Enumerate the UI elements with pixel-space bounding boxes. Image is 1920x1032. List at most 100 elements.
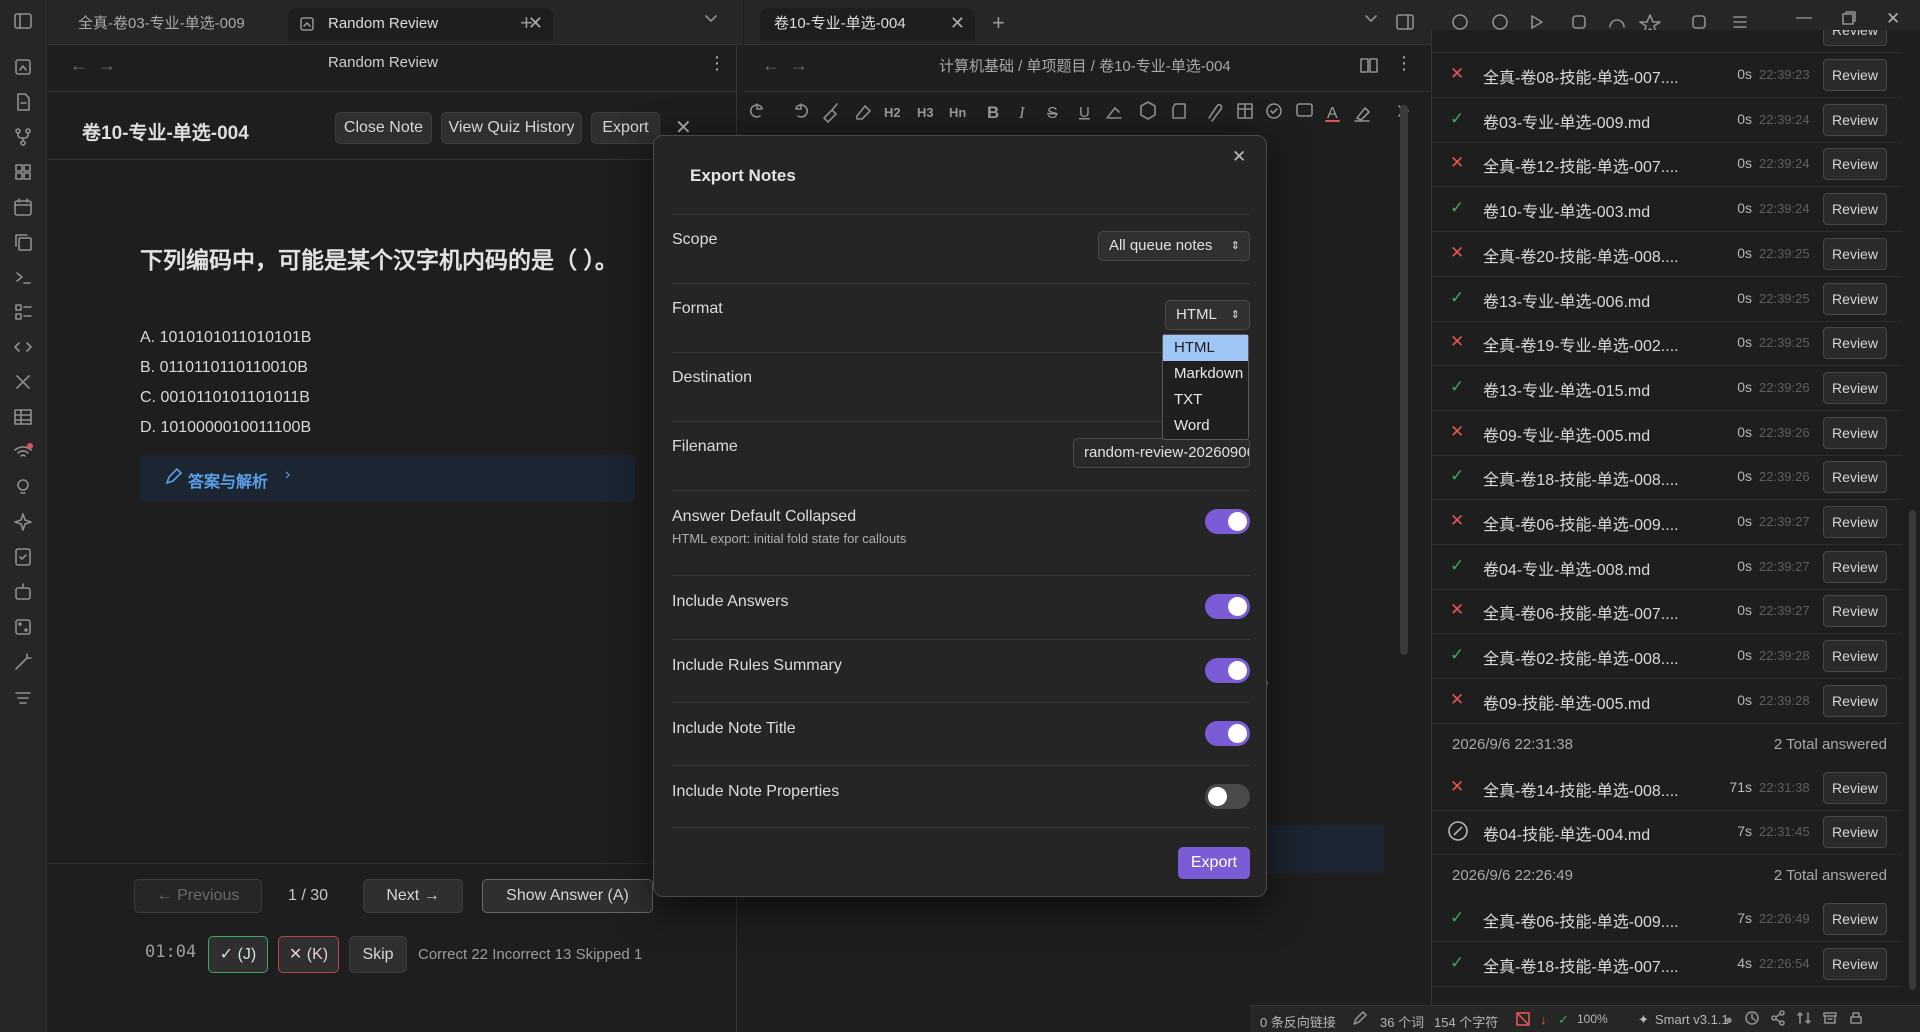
tools-icon[interactable]	[12, 371, 34, 393]
mark-correct-button[interactable]: ✓ (J)	[208, 936, 268, 973]
row-note-name[interactable]: 全真-卷06-技能-单选-009....	[1483, 908, 1688, 932]
export-button[interactable]: Export	[591, 112, 660, 144]
filename-input[interactable]: random-review-20260906	[1073, 438, 1250, 468]
previous-button[interactable]: ← Previous	[134, 879, 262, 913]
review-button[interactable]: Review	[1823, 59, 1887, 91]
review-button[interactable]: Review	[1823, 550, 1887, 583]
branch-icon[interactable]	[12, 126, 34, 148]
show-answer-button[interactable]: Show Answer (A)	[482, 879, 653, 913]
wifi-icon[interactable]	[12, 441, 34, 463]
format-option-word[interactable]: Word	[1163, 413, 1248, 439]
review-button[interactable]: Review	[1823, 947, 1887, 980]
review-button[interactable]: Review	[1823, 327, 1887, 360]
review-button[interactable]: Review	[1823, 506, 1887, 538]
copy-icon[interactable]	[12, 231, 34, 253]
review-button[interactable]: Review	[1823, 30, 1887, 46]
tab-list-chevron-icon[interactable]	[704, 14, 718, 24]
graph-icon[interactable]	[12, 56, 34, 78]
grid-icon[interactable]	[12, 161, 34, 183]
editor-scrollbar[interactable]	[1400, 105, 1408, 655]
code-icon[interactable]	[12, 336, 34, 358]
review-button[interactable]: Review	[1823, 416, 1887, 449]
review-button[interactable]: Review	[1823, 193, 1887, 226]
more-options-icon[interactable]: ⋮	[708, 53, 726, 74]
row-note-name[interactable]: 全真-卷02-技能-单选-008....	[1483, 645, 1688, 669]
right-sidebar-toggle-icon[interactable]	[1394, 11, 1416, 33]
review-button[interactable]: Review	[1823, 684, 1887, 717]
review-button[interactable]: Review	[1823, 640, 1887, 673]
scope-select[interactable]: All queue notes ⇕	[1098, 231, 1250, 261]
print-icon[interactable]	[1848, 1010, 1864, 1026]
terminal-icon[interactable]	[12, 266, 34, 288]
tab-quiz-note[interactable]: 全真-卷03-专业-单选-009	[64, 8, 284, 41]
forward-arrow-icon[interactable]: →	[790, 55, 808, 76]
row-note-name[interactable]: 全真-卷19-专业-单选-002....	[1483, 332, 1688, 356]
row-note-name[interactable]: 卷04-专业-单选-008.md	[1483, 556, 1688, 580]
mark-incorrect-button[interactable]: ✕ (K)	[278, 936, 339, 973]
view-quiz-history-button[interactable]: View Quiz History	[441, 112, 582, 144]
back-arrow-icon[interactable]: ←	[762, 55, 780, 76]
lightbulb-icon[interactable]	[12, 476, 34, 498]
format-select[interactable]: HTML ⇕	[1165, 300, 1250, 330]
sync-error-icon[interactable]	[1515, 1011, 1531, 1027]
review-button[interactable]: Review	[1823, 816, 1887, 849]
archive-icon[interactable]	[1822, 1010, 1838, 1026]
row-note-name[interactable]: 全真-卷14-技能-单选-008....	[1483, 777, 1688, 801]
row-note-name[interactable]: 全真-卷18-技能-单选-008....	[1483, 466, 1688, 490]
tab-list-chevron-icon[interactable]	[1364, 14, 1378, 24]
row-note-name[interactable]: 卷13-专业-单选-006.md	[1483, 288, 1688, 312]
plugin-version[interactable]: Smart v3.1.1	[1655, 1012, 1729, 1027]
close-note-button[interactable]: Close Note	[335, 112, 432, 144]
checklist-icon[interactable]	[12, 546, 34, 568]
row-note-name[interactable]: 卷09-技能-单选-005.md	[1483, 690, 1688, 714]
sort-icon[interactable]	[1796, 1010, 1812, 1026]
row-note-name[interactable]: 卷10-专业-单选-003.md	[1483, 198, 1688, 222]
window-minimize-icon[interactable]: —	[1796, 9, 1812, 27]
review-button[interactable]: Review	[1823, 595, 1887, 628]
review-button[interactable]: Review	[1823, 148, 1887, 181]
magic-icon[interactable]	[12, 651, 34, 673]
skip-button[interactable]: Skip	[349, 936, 407, 973]
filter-icon[interactable]	[12, 686, 34, 708]
row-note-name[interactable]: 全真-卷06-技能-单选-007....	[1483, 600, 1688, 624]
row-note-name[interactable]: 卷03-专业-单选-009.md	[1483, 109, 1688, 133]
forward-arrow-icon[interactable]: →	[98, 55, 116, 76]
breadcrumb-subfolder[interactable]: 单项题目	[1027, 58, 1087, 75]
sidebar-toggle-icon[interactable]	[12, 10, 34, 32]
reading-view-icon[interactable]	[1359, 55, 1379, 75]
more-options-icon[interactable]: ⋮	[1395, 53, 1413, 74]
answers-toggle[interactable]	[1205, 594, 1250, 619]
row-note-name[interactable]: 全真-卷08-技能-单选-007....	[1483, 64, 1688, 88]
new-tab-icon[interactable]: +	[992, 10, 1005, 36]
window-restore-icon[interactable]	[1842, 11, 1856, 25]
calendar-icon[interactable]	[12, 196, 34, 218]
history-scrollbar[interactable]	[1909, 510, 1916, 990]
breadcrumb-file[interactable]: 卷10-专业-单选-004	[1099, 58, 1231, 75]
table-icon[interactable]	[12, 406, 34, 428]
note-title-toggle[interactable]	[1205, 721, 1250, 746]
row-note-name[interactable]: 卷09-专业-单选-005.md	[1483, 422, 1688, 446]
rules-toggle[interactable]	[1205, 658, 1250, 683]
history-icon[interactable]	[1744, 1010, 1760, 1026]
new-tab-icon[interactable]: +	[520, 10, 533, 36]
format-option-markdown[interactable]: Markdown	[1163, 361, 1248, 387]
export-confirm-button[interactable]: Export	[1178, 847, 1250, 879]
review-button[interactable]: Review	[1823, 771, 1887, 804]
close-icon[interactable]: ✕	[1232, 147, 1246, 167]
backlinks-count[interactable]: 0 条反向链接	[1260, 1012, 1336, 1031]
answer-callout[interactable]: 答案与解析 ›	[140, 455, 635, 502]
review-button[interactable]: Review	[1823, 461, 1887, 494]
review-button[interactable]: Review	[1823, 237, 1887, 270]
next-button[interactable]: Next →	[363, 879, 463, 913]
list-icon[interactable]	[12, 301, 34, 323]
dice-icon[interactable]	[12, 616, 34, 638]
sparkle-icon[interactable]	[12, 511, 34, 533]
share-icon[interactable]	[1770, 1010, 1786, 1026]
review-button[interactable]: Review	[1823, 103, 1887, 136]
tab-random-review[interactable]: Random Review ✕	[288, 8, 553, 41]
edit-mode-icon[interactable]	[1352, 1010, 1368, 1026]
breadcrumb-folder[interactable]: 计算机基础	[939, 58, 1014, 75]
row-note-name[interactable]: 全真-卷12-技能-单选-007....	[1483, 153, 1688, 177]
review-button[interactable]: Review	[1823, 282, 1887, 315]
row-note-name[interactable]: 全真-卷06-技能-单选-009....	[1483, 511, 1688, 535]
